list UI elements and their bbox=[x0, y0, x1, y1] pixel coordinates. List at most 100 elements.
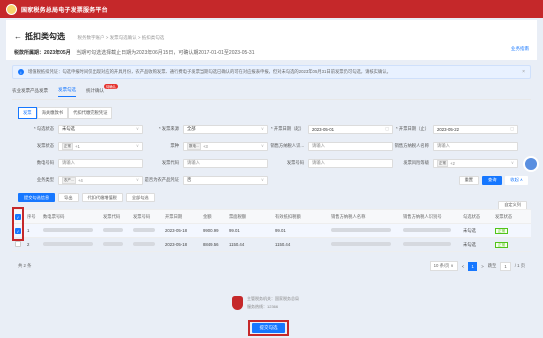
page-1-button[interactable]: 1 bbox=[468, 261, 478, 271]
field-invoice-status: 发票状态 正常 +1 ∨ bbox=[18, 141, 143, 151]
assistant-avatar[interactable] bbox=[523, 156, 539, 172]
calendar-icon: ▢ bbox=[384, 126, 389, 131]
reset-button[interactable]: 重置 bbox=[458, 175, 479, 185]
notice-text: 增值税抵扣凭证：勾选申报时间仅出现对应的开具月份，农产品收购发票、通行费电子发票… bbox=[28, 69, 391, 74]
arrow-left-icon: ← bbox=[14, 32, 22, 41]
row-check-status: 未勾选 bbox=[463, 241, 476, 247]
seller-id-input[interactable]: 请输入 bbox=[308, 141, 393, 151]
back-button[interactable]: ← 抵扣类勾选 bbox=[14, 31, 65, 42]
col-header: 发票状态 bbox=[495, 213, 513, 219]
page-header: ← 抵扣类勾选 税务数字账户 > 发票勾选确认 > 抵扣类勾选 税款所属期：202… bbox=[6, 20, 537, 60]
check-all-button[interactable]: 全部勾选 bbox=[125, 193, 155, 202]
app-topbar: 国家税务总局电子发票服务平台 bbox=[0, 0, 543, 18]
prev-page-button[interactable]: < bbox=[462, 264, 465, 269]
row-check-status: 未勾选 bbox=[463, 227, 476, 233]
date-end-picker[interactable]: 2023-05-22 ▢ bbox=[433, 124, 518, 134]
date-value: 2023-05-01 bbox=[312, 126, 334, 132]
sub-tabs: 发票 海关缴款书 代扣代缴完税凭证 bbox=[18, 107, 113, 119]
table-row[interactable]: ✓ 1 2023-05-18 9900.99 99.01 99.01 未勾选 正… bbox=[12, 224, 531, 238]
field-label: 销售方纳税人识... bbox=[270, 143, 304, 148]
field-label: 是否为农产品凭证 bbox=[144, 177, 179, 182]
field-seller-name: 销售方纳税人名称 请输入 bbox=[393, 141, 518, 151]
submit-checked-button[interactable]: 提交勾选信息 bbox=[18, 193, 56, 202]
pending-badge: 待确认 bbox=[103, 83, 118, 89]
seller-name-input[interactable]: 请输入 bbox=[433, 141, 518, 151]
col-header: 有效抵扣税额 bbox=[275, 213, 301, 219]
footer-line: 主管税务机关：国家税务总局 bbox=[247, 296, 299, 301]
col-header: 金额 bbox=[203, 213, 212, 219]
field-date-start: * 开票日期（起） 2023-05-01 ▢ bbox=[268, 124, 393, 134]
tax-emblem-icon bbox=[232, 296, 243, 310]
field-label: 票种 bbox=[170, 143, 179, 148]
footer-text: 主管税务机关：国家税务总局 服务热线：12366 bbox=[247, 296, 299, 310]
field-label: 销售方纳税人名称 bbox=[394, 143, 429, 148]
invoice-type-select[interactable]: 数电... +3 ∨ bbox=[183, 141, 268, 151]
close-icon[interactable]: × bbox=[522, 69, 525, 75]
goto-label: 跳至 bbox=[487, 263, 497, 268]
digital-number-input[interactable]: 请输入 bbox=[58, 158, 143, 168]
invoice-number-input[interactable]: 请输入 bbox=[308, 158, 393, 168]
row-checkbox[interactable] bbox=[12, 241, 24, 248]
page-total: / 1 页 bbox=[514, 263, 525, 268]
field-label: * 开票日期（起） bbox=[271, 126, 304, 131]
agent-tax-button[interactable]: 代扣代缴增值税 bbox=[81, 193, 123, 202]
export-button[interactable]: 导出 bbox=[58, 193, 79, 202]
next-page-button[interactable]: > bbox=[481, 264, 484, 269]
page-size-select[interactable]: 10 条/页 ∨ bbox=[429, 261, 458, 271]
subtab-invoice[interactable]: 发票 bbox=[18, 107, 37, 119]
search-button[interactable]: 查询 bbox=[482, 175, 503, 185]
chevron-down-icon: ∨ bbox=[260, 177, 264, 182]
subtab-withholding[interactable]: 代扣代缴完税凭证 bbox=[68, 107, 113, 119]
selected-tag: 正常 bbox=[437, 159, 448, 167]
col-header: 开票日期 bbox=[165, 213, 183, 219]
pager-controls: 10 条/页 ∨ < 1 > 跳至 1 / 1 页 bbox=[429, 261, 525, 271]
selected-tag: 数电... bbox=[187, 142, 201, 150]
business-type-select[interactable]: 农产... +4 ∨ bbox=[58, 175, 143, 185]
field-label: 发票状态 bbox=[36, 143, 54, 148]
checkbox-empty-icon bbox=[15, 241, 21, 247]
redacted-cell bbox=[130, 242, 162, 247]
collapse-button[interactable]: 收起 ∧ bbox=[505, 175, 528, 185]
row-date: 2023-05-18 bbox=[165, 242, 187, 247]
redacted-cell bbox=[100, 242, 130, 247]
field-risk-level: 发票风险等级 正常 +2 ∨ bbox=[393, 158, 518, 168]
tab-invoice-check[interactable]: 发票勾选 bbox=[58, 87, 76, 97]
page-title: 抵扣类勾选 bbox=[25, 32, 65, 41]
redacted-cell bbox=[40, 242, 100, 247]
date-start-picker[interactable]: 2023-05-01 ▢ bbox=[308, 124, 393, 134]
select-value: 否 bbox=[187, 177, 192, 182]
redacted-cell bbox=[400, 242, 460, 247]
tab-agri-invoices[interactable]: 农业发票产品发票 bbox=[12, 88, 48, 97]
row-no: 2 bbox=[27, 242, 30, 247]
field-source: * 发票来源 全部 ∨ bbox=[143, 124, 268, 134]
subtab-customs[interactable]: 海关缴款书 bbox=[36, 107, 69, 119]
agri-voucher-select[interactable]: 否 ∨ bbox=[183, 175, 268, 185]
help-link[interactable]: 业务指南 bbox=[511, 46, 529, 52]
redacted-cell bbox=[40, 228, 100, 233]
row-eff-tax: 99.01 bbox=[275, 228, 286, 233]
row-status: 正常 bbox=[492, 227, 522, 234]
risk-level-select[interactable]: 正常 +2 ∨ bbox=[433, 158, 518, 168]
breadcrumb[interactable]: 税务数字账户 > 发票勾选确认 > 抵扣类勾选 bbox=[77, 35, 164, 40]
table-row[interactable]: 2 2023-05-18 8849.56 1150.44 1150.44 未勾选… bbox=[12, 238, 531, 252]
field-invoice-code: 发票代码 请输入 bbox=[143, 158, 268, 168]
invoice-status-select[interactable]: 正常 +1 ∨ bbox=[58, 141, 143, 151]
row-amount: 9900.99 bbox=[203, 228, 219, 233]
check-status-select[interactable]: 未勾选 ∨ bbox=[58, 124, 143, 134]
chevron-down-icon: ∨ bbox=[260, 143, 264, 148]
chevron-down-icon: ∨ bbox=[510, 160, 514, 165]
tab-statistics[interactable]: 统计确认 待确认 bbox=[86, 83, 118, 97]
chevron-down-icon: ∨ bbox=[135, 143, 139, 148]
redacted-cell bbox=[100, 228, 130, 233]
status-badge: 正常 bbox=[495, 241, 509, 248]
goto-input[interactable]: 1 bbox=[500, 261, 511, 271]
redacted-cell bbox=[328, 228, 400, 233]
col-header: 发票号码 bbox=[133, 213, 151, 219]
source-select[interactable]: 全部 ∨ bbox=[183, 124, 268, 134]
notice-banner: i 增值税抵扣凭证：勾选申报时间仅出现对应的开具月份，农产品收购发票、通行费电子… bbox=[12, 65, 531, 79]
emblem-icon bbox=[6, 3, 17, 15]
field-label: * 发票来源 bbox=[158, 126, 179, 131]
invoice-code-input[interactable]: 请输入 bbox=[183, 158, 268, 168]
field-digital-number: 数电号码 请输入 bbox=[18, 158, 143, 168]
tax-period: 税款所属期：2023年05月 当期可勾选选择截止日期为2023年06月15日，可… bbox=[14, 49, 529, 56]
